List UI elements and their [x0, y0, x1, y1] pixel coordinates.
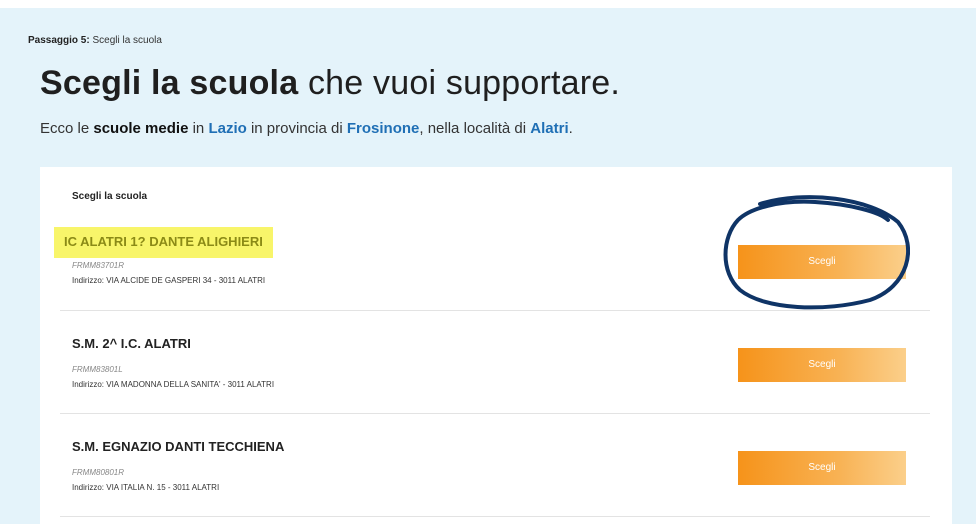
school-code: FRMM80801R — [72, 468, 125, 477]
school-name: S.M. 2^ I.C. ALATRI — [72, 336, 191, 351]
subtitle-school-type: scuole medie — [93, 120, 189, 137]
breadcrumb: Passaggio 5: Scegli la scuola — [28, 35, 162, 46]
school-code: FRMM83801L — [72, 365, 123, 374]
school-item: IC ALATRI 1? DANTE ALIGHIERI FRMM83701R … — [54, 207, 930, 311]
page-title: Scegli la scuola che vuoi supportare. — [40, 64, 620, 103]
page-title-rest: che vuoi supportare. — [307, 64, 621, 102]
school-address: Indirizzo: VIA ALCIDE DE GASPERI 34 - 30… — [72, 276, 266, 285]
region-link[interactable]: Lazio — [208, 120, 246, 137]
choose-school-button[interactable]: Scegli — [738, 245, 906, 279]
subtitle-text: Ecco le — [40, 120, 90, 137]
province-link[interactable]: Frosinone — [347, 120, 420, 137]
subtitle-text: in — [192, 120, 205, 137]
subtitle-text: , nella località di — [419, 120, 527, 137]
subtitle-text: in provincia di — [250, 120, 343, 137]
breadcrumb-step-text: Scegli la scuola — [92, 35, 162, 46]
school-name: IC ALATRI 1? DANTE ALIGHIERI — [54, 227, 273, 258]
card-heading: Scegli la scuola — [72, 191, 148, 202]
school-list-card: Scegli la scuola IC ALATRI 1? DANTE ALIG… — [40, 167, 952, 524]
breadcrumb-step-label: Passaggio 5: — [28, 35, 90, 46]
school-name: S.M. EGNAZIO DANTI TECCHIENA — [72, 439, 285, 454]
page-subtitle: Ecco le scuole medie in Lazio in provinc… — [40, 120, 573, 137]
choose-school-button[interactable]: Scegli — [738, 451, 906, 485]
school-item: S.M. 2^ I.C. ALATRI FRMM83801L Indirizzo… — [60, 310, 930, 414]
school-code: FRMM83701R — [72, 261, 125, 270]
choose-school-button[interactable]: Scegli — [738, 348, 906, 382]
school-item: S.M. EGNAZIO DANTI TECCHIENA FRMM80801R … — [60, 413, 930, 517]
city-link[interactable]: Alatri — [530, 120, 568, 137]
subtitle-text: . — [568, 120, 573, 137]
school-address: Indirizzo: VIA ITALIA N. 15 - 3011 ALATR… — [72, 483, 220, 492]
page-title-bold: Scegli la scuola — [40, 64, 299, 102]
school-address: Indirizzo: VIA MADONNA DELLA SANITA' - 3… — [72, 380, 275, 389]
